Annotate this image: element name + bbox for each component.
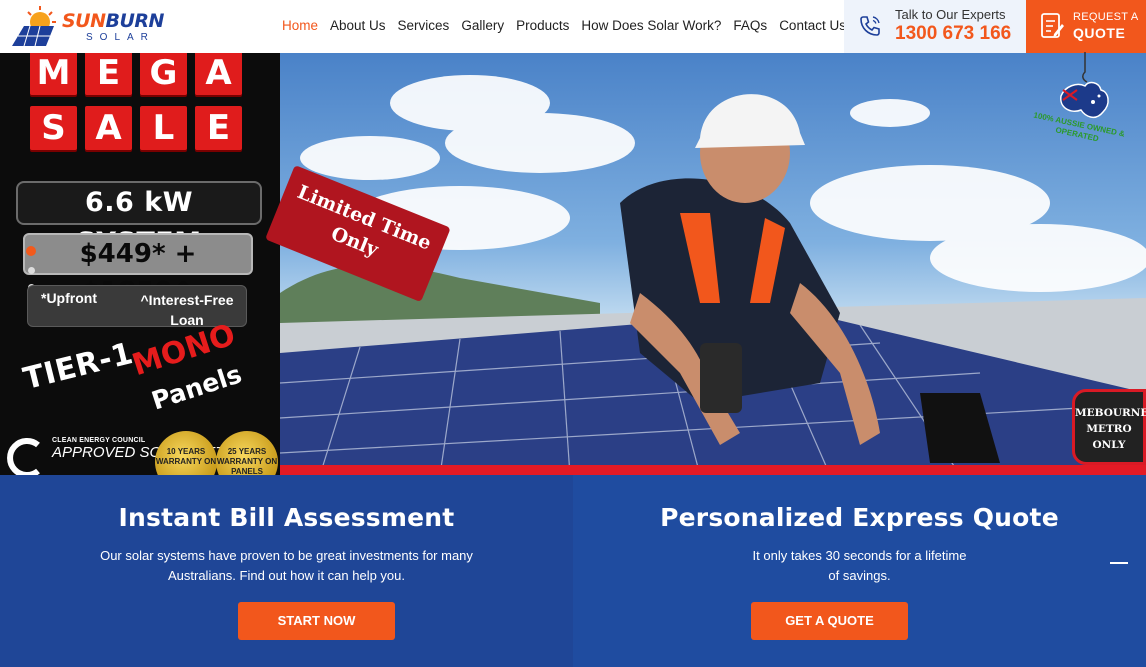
express-quote-title: Personalized Express Quote	[660, 503, 1059, 532]
sale-word: S A L E	[30, 106, 242, 150]
scroll-indicator[interactable]	[1110, 562, 1128, 564]
sale-letter: A	[85, 106, 132, 150]
nav-contact-us[interactable]: Contact Us	[773, 18, 852, 38]
melbourne-metro-badge: MEBOURNE METRO ONLY	[1072, 389, 1146, 465]
bill-assessment-title: Instant Bill Assessment	[118, 503, 455, 532]
carousel-dot[interactable]	[28, 267, 35, 274]
bill-assessment-text-line1: Our solar systems have proven to be grea…	[100, 548, 473, 563]
sale-letter: E	[195, 106, 242, 150]
nav-products[interactable]: Products	[510, 18, 575, 38]
nav-about-us[interactable]: About Us	[324, 18, 392, 38]
mega-letter: A	[195, 53, 242, 95]
nav-services[interactable]: Services	[392, 18, 456, 38]
nav-gallery[interactable]: Gallery	[455, 18, 510, 38]
main-nav: Home About Us Services Gallery Products …	[276, 18, 852, 38]
site-header: SUNBURN SOLAR Home About Us Services Gal…	[0, 0, 1146, 53]
nav-how-solar-works[interactable]: How Does Solar Work?	[575, 18, 727, 38]
bill-assessment-section: Instant Bill Assessment Our solar system…	[0, 475, 573, 667]
sale-letter: S	[30, 106, 77, 150]
clean-energy-council-icon	[7, 438, 40, 475]
mega-letter: G	[140, 53, 187, 95]
warranty-25-badge: 25 YEARS WARRANTY ON PANELS	[216, 431, 278, 475]
quote-form-icon	[1041, 13, 1064, 38]
start-now-button[interactable]: START NOW	[238, 602, 395, 640]
warranty-10-badge: 10 YEARS WARRANTY ON	[155, 431, 217, 475]
express-quote-text-line1: It only takes 30 seconds for a lifetime	[752, 548, 967, 563]
express-quote-text-line2: of savings.	[828, 568, 891, 583]
sunburn-logo[interactable]: SUNBURN SOLAR	[10, 4, 180, 48]
bill-assessment-text: Our solar systems have proven to be grea…	[0, 546, 573, 586]
phone-contact-box[interactable]: Talk to Our Experts 1300 673 166	[844, 0, 1026, 53]
logo-brand-text: SUNBURN	[62, 10, 164, 32]
system-size-label: 6.6 kW SYSTEM	[16, 181, 262, 258]
get-a-quote-button[interactable]: GET A QUOTE	[751, 602, 908, 640]
payment-terms: *Upfront ^Interest-Free Loan	[27, 285, 247, 328]
solar-panel-logo-icon	[12, 6, 56, 47]
mega-sale-promo[interactable]: M E G A S A L E 6.6 kW SYSTEM $449* + $1…	[0, 53, 280, 475]
nav-home[interactable]: Home	[276, 18, 324, 38]
express-quote-text: It only takes 30 seconds for a lifetime …	[573, 546, 1146, 586]
cec-council-label: CLEAN ENERGY COUNCIL	[52, 437, 146, 444]
upfront-label: *Upfront	[41, 290, 97, 306]
mega-letter: E	[85, 53, 132, 95]
nav-faqs[interactable]: FAQs	[727, 18, 773, 38]
phone-icon	[860, 16, 880, 36]
talk-label: Talk to Our Experts	[895, 7, 1006, 22]
express-quote-section: Personalized Express Quote It only takes…	[573, 475, 1146, 667]
request-quote-button[interactable]: REQUEST A QUOTE	[1026, 0, 1146, 53]
tier1-label: TIER-1	[20, 336, 137, 397]
hero-accent-bar	[280, 465, 1146, 475]
sale-letter: L	[140, 106, 187, 150]
price-label: $449* + $1850^	[23, 233, 253, 307]
bill-assessment-text-line2: Australians. Find out how it can help yo…	[167, 568, 406, 583]
request-quote-line1: REQUEST A	[1073, 11, 1139, 23]
phone-number[interactable]: 1300 673 166	[895, 23, 1011, 45]
request-quote-line2: QUOTE	[1073, 25, 1126, 41]
logo-subtitle: SOLAR	[86, 32, 155, 43]
mega-letter: M	[30, 53, 77, 95]
mega-word: M E G A	[30, 53, 242, 95]
carousel-dot-active[interactable]	[26, 246, 36, 256]
